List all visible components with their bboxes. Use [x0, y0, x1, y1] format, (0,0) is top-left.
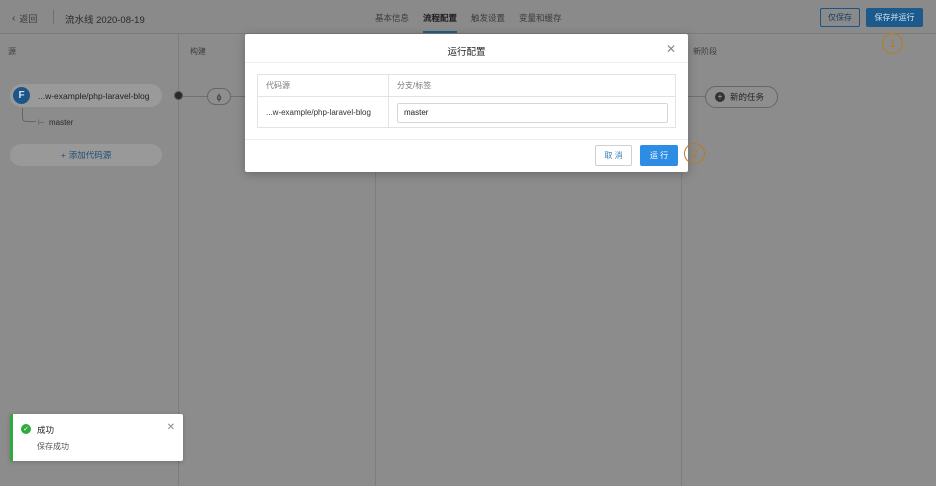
new-task-button[interactable]: + 新的任务: [705, 86, 778, 108]
save-and-run-button[interactable]: 保存并运行: [866, 8, 923, 27]
row-branch-cell: master: [389, 97, 675, 128]
back-label: 返回: [19, 14, 38, 24]
divider: [245, 139, 688, 140]
tab-bar: 基本信息 流程配置 触发设置 变量和缓存: [375, 12, 562, 33]
close-icon[interactable]: ✕: [666, 42, 676, 56]
toast-title: 成功: [37, 425, 55, 435]
annotation-marker-2: 2: [684, 143, 705, 164]
tab-flow-config[interactable]: 流程配置: [423, 12, 458, 33]
save-only-button[interactable]: 仅保存: [820, 8, 860, 27]
row-source-name: ...w-example/php-laravel-blog: [258, 97, 389, 128]
run-button[interactable]: 运 行: [640, 145, 678, 166]
source-logo-icon: F: [13, 87, 30, 104]
chevron-left-icon: ‹: [12, 13, 16, 24]
tab-trigger-settings[interactable]: 触发设置: [471, 12, 505, 24]
divider: [245, 62, 688, 63]
connector-line: [183, 96, 207, 97]
source-card[interactable]: F ...w-example/php-laravel-blog: [10, 84, 162, 107]
branch-input[interactable]: master: [397, 102, 668, 123]
table-header-row: 代码源 分支/标签: [258, 75, 675, 97]
tab-variables-cache[interactable]: 变量和缓存: [519, 12, 562, 24]
back-button[interactable]: ‹ 返回: [12, 12, 37, 25]
source-branch: ⊢ master: [38, 118, 73, 127]
branch-icon: ⊢: [38, 118, 45, 127]
table-row: ...w-example/php-laravel-blog master: [258, 97, 675, 128]
annotation-marker-1: 1: [882, 33, 903, 54]
column-header-source: 代码源: [258, 75, 389, 96]
cancel-button[interactable]: 取 消: [595, 145, 632, 166]
close-icon[interactable]: ✕: [167, 422, 175, 433]
modal-title: 运行配置: [447, 47, 486, 58]
tab-basic-info[interactable]: 基本信息: [375, 12, 409, 24]
column-header-branch: 分支/标签: [397, 81, 432, 90]
build-node[interactable]: ϕ: [207, 88, 231, 105]
check-circle-icon: ✓: [21, 424, 31, 434]
source-name: ...w-example/php-laravel-blog: [38, 90, 150, 101]
top-bar: ‹ 返回 流水线 2020-08-19 基本信息 流程配置 触发设置 变量和缓存…: [0, 0, 936, 34]
connector-line: [231, 96, 245, 97]
source-branch-name: master: [48, 118, 74, 127]
plus-icon: +: [60, 150, 66, 160]
toast-message: 保存成功: [37, 442, 69, 451]
stage-header-build: 构建: [190, 47, 206, 56]
divider: [53, 10, 54, 24]
new-task-label: 新的任务: [730, 92, 765, 102]
branch-tree-line: [22, 108, 36, 122]
run-config-table: 代码源 分支/标签 ...w-example/php-laravel-blog …: [257, 74, 676, 128]
add-source-button[interactable]: + 添加代码源: [10, 144, 162, 166]
pipeline-title: 流水线 2020-08-19: [65, 15, 145, 26]
stage-header-source: 源: [8, 47, 16, 56]
plus-circle-icon: +: [715, 92, 725, 102]
run-config-modal: 运行配置 ✕ 代码源 分支/标签 ...w-example/php-larave…: [245, 34, 688, 172]
success-toast: ✓ 成功 保存成功 ✕: [10, 414, 183, 461]
connector-line: [688, 96, 705, 97]
lightning-icon: ϕ: [216, 91, 222, 102]
connector-dot[interactable]: [174, 91, 183, 100]
add-source-label: 添加代码源: [68, 150, 112, 160]
stage-header-new: 新阶段: [693, 47, 717, 56]
